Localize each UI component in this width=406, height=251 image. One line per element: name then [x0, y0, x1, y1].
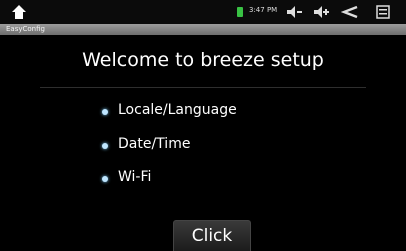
menu-icon[interactable] — [374, 4, 392, 20]
list-item-label: Wi-Fi — [118, 169, 152, 185]
list-item-label: Locale/Language — [118, 102, 237, 118]
page-title: Welcome to breeze setup — [82, 49, 324, 71]
status-time: 3:47 PM — [249, 6, 278, 14]
bullet-icon — [102, 143, 108, 149]
divider — [40, 87, 366, 88]
battery-icon — [237, 7, 243, 17]
bullet-icon — [102, 176, 108, 182]
home-icon[interactable] — [10, 3, 28, 21]
status-bar: 3:47 PM — [0, 0, 406, 24]
app-title: EasyConfig — [6, 25, 45, 33]
bullet-icon — [102, 109, 108, 115]
volume-down-icon[interactable] — [285, 4, 303, 20]
back-icon[interactable] — [341, 4, 359, 20]
volume-up-icon[interactable] — [312, 4, 330, 20]
click-button[interactable]: Click — [173, 220, 251, 251]
app-title-bar: EasyConfig — [0, 24, 406, 35]
list-item-label: Date/Time — [118, 136, 191, 152]
